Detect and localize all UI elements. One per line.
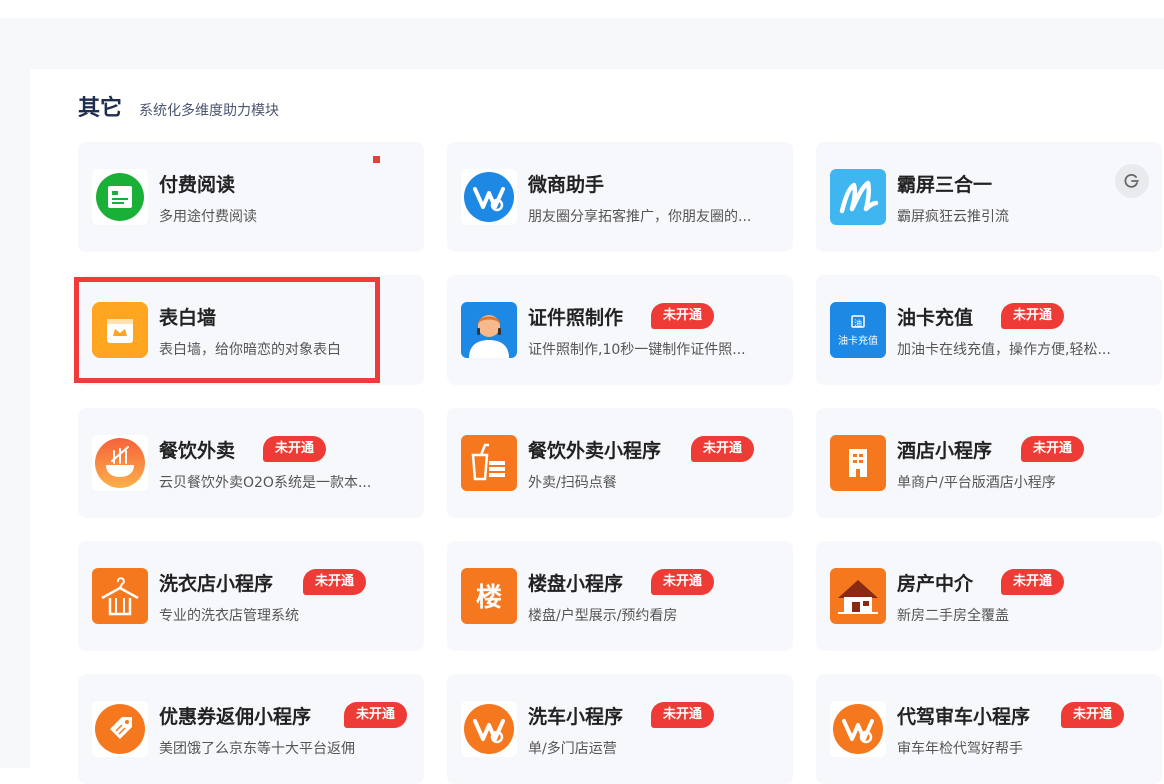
module-title: 微商助手	[528, 174, 605, 196]
house-icon	[830, 568, 886, 624]
not-activated-badge: 未开通	[651, 702, 715, 728]
module-card-hotel[interactable]: 酒店小程序 未开通 单商户/平台版酒店小程序	[816, 408, 1162, 518]
orange-logo-icon	[461, 701, 517, 757]
module-title: 楼盘小程序	[528, 573, 624, 595]
module-card-property-agency[interactable]: 房产中介 未开通 新房二手房全覆盖	[816, 541, 1162, 651]
module-title: 表白墙	[159, 307, 217, 329]
module-desc: 朋友圈分享拓客推广，你朋友圈的...	[528, 209, 752, 225]
not-activated-badge: 未开通	[1001, 303, 1065, 329]
coupon-tag-icon	[92, 701, 148, 757]
module-card-food-delivery-miniapp[interactable]: 餐饮外卖小程序 未开通 外卖/扫码点餐	[447, 408, 793, 518]
section-title: 其它	[78, 96, 123, 121]
not-activated-badge: 未开通	[344, 702, 408, 728]
wechat-business-icon	[461, 169, 517, 225]
not-activated-badge: 未开通	[651, 569, 715, 595]
module-card-wechat-assistant[interactable]: 微商助手 朋友圈分享拓客推广，你朋友圈的...	[447, 142, 793, 252]
orange-logo-icon	[830, 701, 886, 757]
section-subtitle: 系统化多维度助力模块	[139, 103, 279, 119]
module-desc: 单商户/平台版酒店小程序	[897, 475, 1056, 491]
module-desc: 新房二手房全覆盖	[897, 608, 1009, 624]
not-activated-badge: 未开通	[1061, 702, 1125, 728]
confession-wall-icon	[92, 302, 148, 358]
id-photo-icon	[461, 302, 517, 358]
module-title: 付费阅读	[159, 174, 236, 196]
not-activated-badge: 未开通	[1021, 436, 1085, 462]
paid-reading-icon	[92, 169, 148, 225]
building-char-icon-label: 楼	[476, 583, 502, 613]
screen-m-icon	[830, 169, 886, 225]
module-desc: 专业的洗衣店管理系统	[159, 608, 299, 624]
module-title: 洗车小程序	[528, 706, 624, 728]
module-card-id-photo[interactable]: 证件照制作 未开通 证件照制作,10秒一键制作证件照...	[447, 275, 793, 385]
noodle-bowl-icon	[92, 435, 148, 491]
module-desc: 单/多门店运营	[528, 741, 617, 757]
module-desc: 楼盘/户型展示/预约看房	[528, 608, 678, 624]
not-activated-badge: 未开通	[303, 569, 367, 595]
module-desc: 表白墙，给你暗恋的对象表白	[159, 342, 341, 358]
module-title: 酒店小程序	[897, 440, 993, 462]
red-dot-marker	[373, 156, 380, 163]
refresh-button[interactable]	[1115, 164, 1149, 198]
clothes-hanger-icon	[92, 568, 148, 624]
module-desc: 霸屏疯狂云推引流	[897, 209, 1009, 225]
module-title: 餐饮外卖	[159, 440, 236, 462]
module-title: 房产中介	[897, 573, 974, 595]
module-desc: 审车年检代驾好帮手	[897, 741, 1023, 757]
module-title: 霸屏三合一	[897, 174, 993, 196]
module-desc: 外卖/扫码点餐	[528, 475, 617, 491]
svg-text:油: 油	[854, 318, 862, 328]
top-strip	[0, 0, 1164, 18]
module-card-fuel-card[interactable]: 油油卡充值 油卡充值 未开通 加油卡在线充值，操作方便,轻松...	[816, 275, 1162, 385]
not-activated-badge: 未开通	[691, 436, 755, 462]
module-title: 油卡充值	[897, 307, 974, 329]
module-title: 餐饮外卖小程序	[528, 440, 662, 462]
fuel-card-icon-label: 油卡充值	[838, 334, 878, 347]
module-desc: 美团饿了么京东等十大平台返佣	[159, 741, 355, 757]
module-card-food-delivery[interactable]: 餐饮外卖 未开通 云贝餐饮外卖O2O系统是一款本...	[78, 408, 424, 518]
module-desc: 加油卡在线充值，操作方便,轻松...	[897, 342, 1111, 358]
module-title: 证件照制作	[528, 307, 624, 329]
module-desc: 云贝餐饮外卖O2O系统是一款本...	[159, 475, 372, 491]
module-card-real-estate[interactable]: 楼 楼盘小程序 未开通 楼盘/户型展示/预约看房	[447, 541, 793, 651]
not-activated-badge: 未开通	[263, 436, 327, 462]
fuel-card-icon: 油油卡充值	[830, 302, 886, 358]
module-title: 代驾审车小程序	[897, 706, 1031, 728]
not-activated-badge: 未开通	[651, 303, 715, 329]
not-activated-badge: 未开通	[1001, 569, 1065, 595]
module-desc: 证件照制作,10秒一键制作证件照...	[528, 342, 746, 358]
module-desc: 多用途付费阅读	[159, 209, 257, 225]
module-card-confession-wall[interactable]: 表白墙 表白墙，给你暗恋的对象表白	[78, 275, 424, 385]
module-title: 优惠券返佣小程序	[159, 706, 312, 728]
module-card-screen-combo[interactable]: 霸屏三合一 霸屏疯狂云推引流	[816, 142, 1162, 252]
module-title: 洗衣店小程序	[159, 573, 274, 595]
module-card-laundry[interactable]: 洗衣店小程序 未开通 专业的洗衣店管理系统	[78, 541, 424, 651]
refresh-icon	[1124, 173, 1139, 188]
hotel-building-icon	[830, 435, 886, 491]
building-char-icon: 楼	[461, 568, 517, 624]
takeout-drink-icon	[461, 435, 517, 491]
